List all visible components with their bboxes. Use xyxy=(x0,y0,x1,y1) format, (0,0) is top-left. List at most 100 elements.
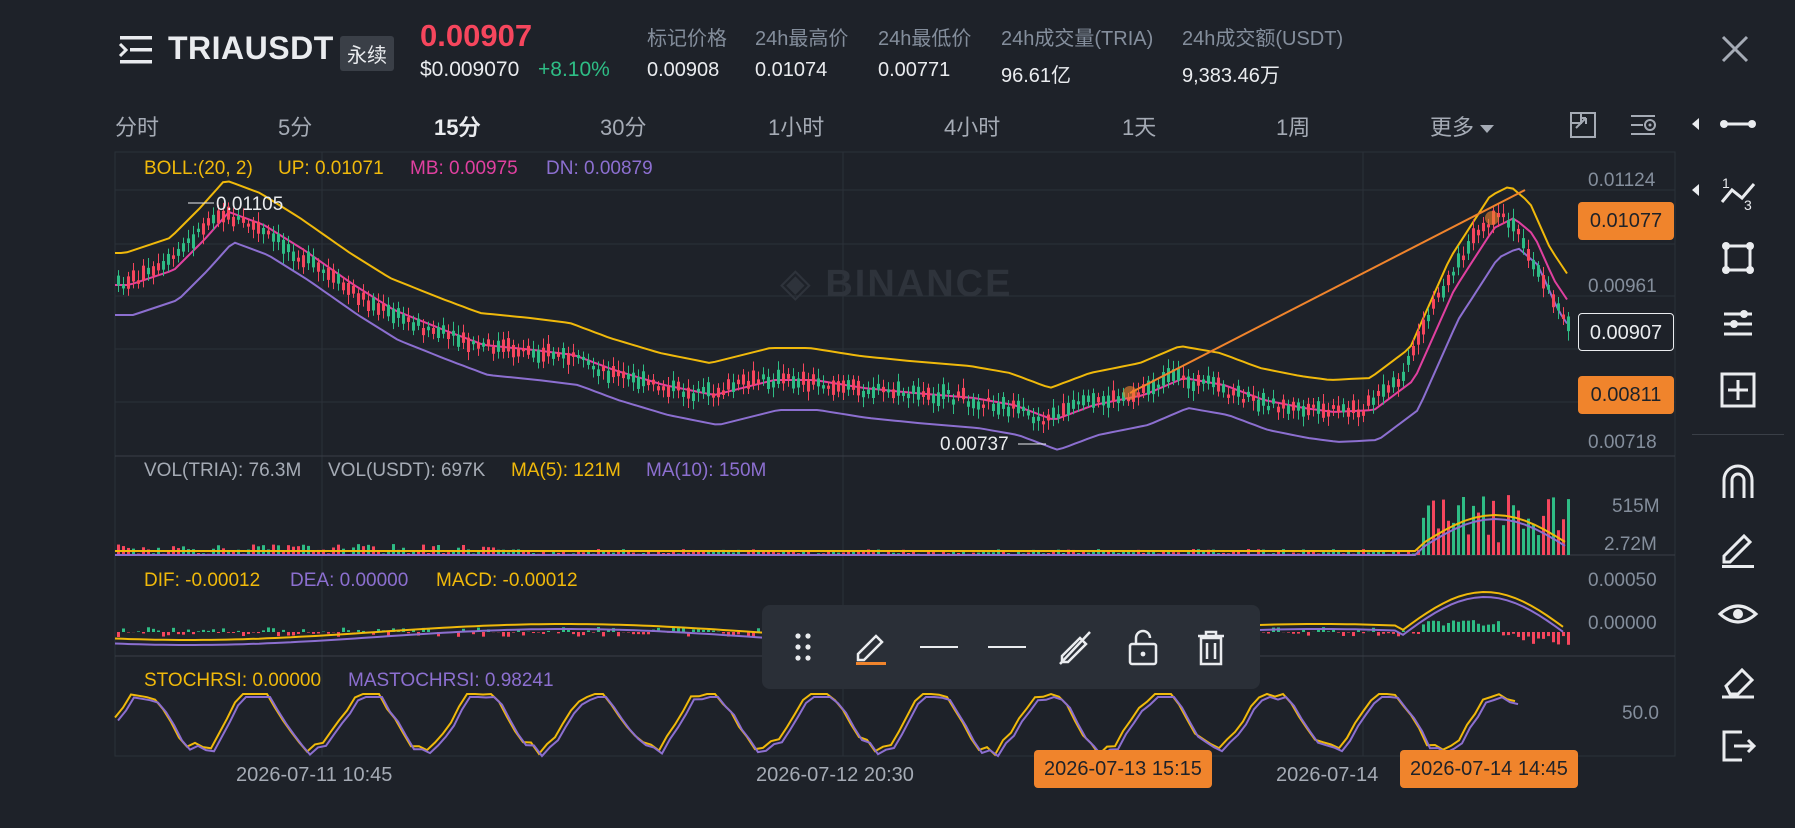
candle-body xyxy=(172,255,175,259)
volume-bar xyxy=(1467,534,1470,555)
horizontal-line-tool-icon[interactable] xyxy=(1716,102,1760,146)
macd-bar xyxy=(507,632,510,637)
fibonacci-tool-icon[interactable]: 1 3 xyxy=(1716,170,1760,214)
measure-tool-icon[interactable] xyxy=(1716,368,1760,412)
candle-body xyxy=(1302,406,1305,417)
candle-body xyxy=(422,327,425,336)
candle-body xyxy=(352,285,355,294)
macd-bar xyxy=(1417,632,1420,635)
chart-canvas[interactable] xyxy=(0,0,1795,828)
candle-body xyxy=(997,402,1000,415)
candle-body xyxy=(242,217,245,223)
macd-bar xyxy=(547,630,550,632)
macd-bar xyxy=(142,632,145,634)
macd-bar xyxy=(1507,632,1510,636)
candle-body xyxy=(602,366,605,372)
eye-icon[interactable] xyxy=(1716,592,1760,636)
expand-left-icon[interactable] xyxy=(1692,184,1699,196)
price-tick: 0.00961 xyxy=(1588,276,1657,297)
delete-icon[interactable] xyxy=(1190,626,1232,668)
pen-icon[interactable] xyxy=(850,626,892,668)
volume-bar xyxy=(1477,512,1480,555)
candle-body xyxy=(1502,213,1505,218)
macd-bar xyxy=(312,632,315,634)
candle-body xyxy=(417,318,420,326)
macd-bar xyxy=(1482,625,1485,632)
candle-body xyxy=(462,332,465,343)
candle-body xyxy=(922,391,925,397)
candle-body xyxy=(622,371,625,379)
candle-body xyxy=(1462,255,1465,261)
candle-body xyxy=(432,328,435,334)
candle-body xyxy=(1002,396,1005,409)
macd-bar xyxy=(1452,620,1455,632)
candle-body xyxy=(197,228,200,233)
price-tag-upper: 0.01077 xyxy=(1578,202,1674,240)
macd-bar xyxy=(572,632,575,635)
candle-body xyxy=(552,351,555,359)
chart-area[interactable]: ◈ BINANCE BOLL:(20, 2) UP: 0.01071 MB: 0… xyxy=(0,0,1795,828)
macd-bar xyxy=(202,629,205,632)
drag-handle-icon[interactable] xyxy=(782,626,824,668)
candle-body xyxy=(747,380,750,389)
macd-bar xyxy=(302,629,305,632)
macd-bar xyxy=(1492,624,1495,632)
shape-tool-icon[interactable] xyxy=(1716,236,1760,280)
candle-body xyxy=(962,387,965,400)
macd-bar xyxy=(222,628,225,632)
candle-body xyxy=(892,389,895,399)
volume-bar xyxy=(357,544,360,555)
macd-bar xyxy=(247,632,250,635)
candle-body xyxy=(252,221,255,230)
line-style-icon[interactable] xyxy=(918,626,960,668)
macd-bar xyxy=(512,632,515,633)
vol-ma5: MA(5): 121M xyxy=(511,460,621,481)
candle-body xyxy=(617,370,620,377)
unlock-icon[interactable] xyxy=(1122,626,1164,668)
candle-body xyxy=(532,349,535,358)
macd-bar xyxy=(1382,632,1385,634)
line-width-icon[interactable] xyxy=(986,626,1028,668)
macd-bar xyxy=(287,632,290,636)
eraser-icon[interactable] xyxy=(1716,658,1760,702)
macd-bar xyxy=(1562,632,1565,637)
candle-body xyxy=(977,401,980,410)
volume-bar xyxy=(1512,505,1515,555)
candle-body xyxy=(307,251,310,264)
candle-body xyxy=(827,385,830,389)
channel-tool-icon[interactable] xyxy=(1716,302,1760,346)
candle-body xyxy=(382,303,385,311)
macd-bar xyxy=(532,632,535,634)
candle-body xyxy=(1277,406,1280,413)
macd-bar xyxy=(1377,632,1380,636)
candle-body xyxy=(1262,392,1265,406)
candle-body xyxy=(1072,399,1075,409)
candle-body xyxy=(1202,379,1205,384)
candle-body xyxy=(1537,265,1540,277)
macd-bar xyxy=(197,631,200,632)
candle-body xyxy=(1177,368,1180,381)
svg-text:3: 3 xyxy=(1744,197,1752,213)
hide-drawing-icon[interactable] xyxy=(1054,626,1096,668)
macd-bar xyxy=(632,632,635,635)
macd-bar xyxy=(1442,625,1445,632)
price-tag-current: 0.00907 xyxy=(1578,313,1674,351)
continuous-draw-icon[interactable] xyxy=(1716,526,1760,570)
candle-body xyxy=(1232,389,1235,396)
drawing-tools-sidebar: 1 3 xyxy=(1692,100,1795,828)
candle-body xyxy=(487,339,490,347)
candle-body xyxy=(932,394,935,404)
magnet-icon[interactable] xyxy=(1716,460,1760,504)
candle-body xyxy=(267,230,270,235)
svg-text:1: 1 xyxy=(1722,175,1730,191)
candle-body xyxy=(467,337,470,353)
candle-body xyxy=(692,393,695,402)
expand-left-icon[interactable] xyxy=(1692,118,1699,130)
exit-drawing-icon[interactable] xyxy=(1716,724,1760,768)
candle-body xyxy=(757,379,760,384)
candle-body xyxy=(272,233,275,242)
candle-body xyxy=(507,338,510,352)
candle-body xyxy=(687,387,690,399)
candle-body xyxy=(1382,384,1385,397)
candle-body xyxy=(1267,405,1270,411)
